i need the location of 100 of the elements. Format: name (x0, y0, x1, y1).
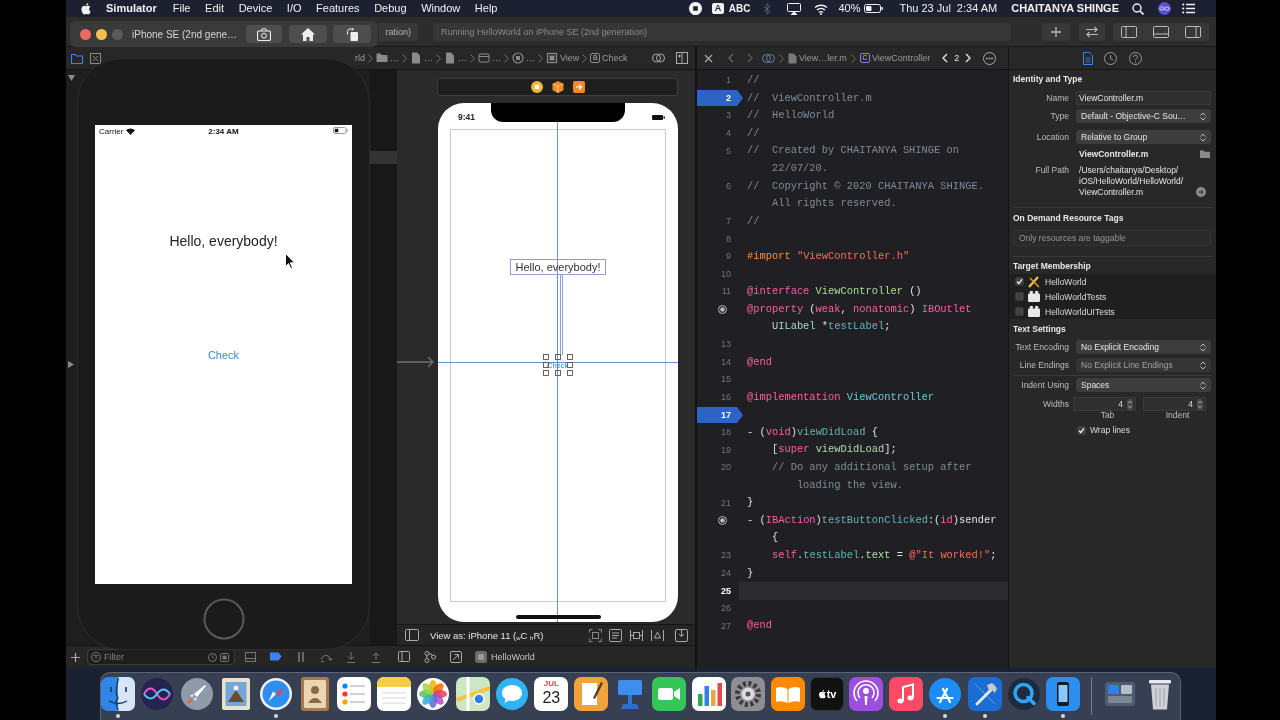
checkbox[interactable] (1015, 292, 1024, 301)
frame-corners-icon[interactable] (589, 628, 602, 642)
menu-item[interactable]: Features (316, 0, 360, 17)
a-glyph-icon[interactable] (928, 677, 963, 711)
review-button[interactable] (1079, 22, 1105, 41)
device-home-button[interactable] (202, 598, 245, 640)
back-icon[interactable] (728, 53, 734, 63)
exit-icon[interactable] (572, 81, 585, 93)
square-icon[interactable] (220, 652, 229, 662)
split-editor-icon[interactable] (676, 52, 688, 64)
cube-icon[interactable] (551, 81, 564, 93)
wrap-lines-label[interactable]: Wrap lines (1090, 425, 1130, 435)
popup-button[interactable]: Default - Objective-C Sou… (1076, 109, 1211, 123)
stepper-icon[interactable] (1127, 398, 1133, 410)
gear-icon[interactable] (731, 677, 766, 711)
podcast-icon[interactable] (849, 677, 884, 711)
breadcrumb[interactable]: … (444, 52, 467, 64)
overlapping-circles-icon[interactable] (652, 52, 665, 64)
rocket-icon[interactable] (179, 677, 214, 711)
apple-icon[interactable] (80, 2, 91, 15)
right-panel-icon[interactable] (1185, 25, 1201, 38)
popup-button[interactable]: No Explicit Encoding (1076, 340, 1211, 354)
plus-icon[interactable] (71, 652, 80, 662)
q-ring-icon[interactable] (1007, 677, 1041, 711)
input-source-name[interactable]: ABC (728, 0, 751, 17)
overlapping-circles-icon[interactable] (762, 52, 775, 64)
input-source-badge[interactable]: A (712, 3, 724, 14)
step-into-icon[interactable] (345, 651, 356, 663)
phone-icon[interactable] (1046, 677, 1081, 711)
disclosure-triangle-icon[interactable] (68, 361, 74, 368)
step-out-icon[interactable] (370, 651, 381, 663)
hammer-icon[interactable] (967, 677, 1002, 711)
help-icon[interactable] (1129, 51, 1142, 65)
folder-icon[interactable] (71, 52, 83, 64)
menu-item[interactable]: I/O (286, 0, 302, 17)
folder-icon[interactable] (1200, 150, 1210, 158)
pause-icon[interactable] (296, 651, 305, 662)
sidebar-toggle-icon[interactable] (405, 629, 419, 641)
orb-icon[interactable] (1158, 2, 1171, 15)
compass-icon[interactable] (258, 677, 293, 711)
screenshot-button[interactable] (246, 25, 282, 43)
bluetooth-icon[interactable] (763, 2, 772, 15)
wifi-icon[interactable] (814, 2, 829, 15)
breakpoint-marker[interactable] (697, 407, 743, 424)
sidebar-toggle-icon[interactable] (398, 651, 410, 662)
connection-circle-icon[interactable] (718, 516, 727, 526)
next-icon[interactable] (965, 53, 972, 63)
menu-item[interactable]: Edit (205, 0, 225, 17)
home-screen-button[interactable] (289, 25, 327, 43)
close-icon[interactable] (704, 53, 713, 63)
more-options-icon[interactable] (983, 51, 997, 65)
scheme-popup[interactable]: ration) (379, 22, 418, 41)
menu-item[interactable]: Window (421, 0, 461, 17)
rotate-button[interactable] (333, 25, 371, 43)
library-button[interactable] (1042, 22, 1070, 41)
video-camera-icon[interactable] (652, 677, 687, 711)
battery-icon[interactable] (864, 4, 884, 13)
breakpoint-marker[interactable] (697, 90, 743, 107)
arrow-circle-icon[interactable] (1196, 187, 1206, 197)
pen-and-page-icon[interactable] (573, 677, 608, 711)
music-note-icon[interactable] (888, 677, 923, 711)
bar-chart-icon[interactable] (691, 677, 726, 711)
disclosure-triangle-icon[interactable] (68, 75, 75, 81)
flower-icon[interactable] (416, 677, 451, 711)
map-icon[interactable] (455, 677, 490, 711)
speech-bubble-icon[interactable] (494, 677, 529, 711)
user-name[interactable]: CHAITANYA SHINGE (1011, 0, 1119, 17)
process-name[interactable]: HelloWorld (491, 652, 535, 662)
breadcrumb[interactable]: … (478, 52, 501, 64)
crossed-square-icon[interactable] (90, 52, 101, 64)
breadcrumb[interactable]: … (376, 52, 399, 64)
view-as-button[interactable]: View as: iPhone 11 ($_{w}$C $_{h}$R) (430, 629, 544, 641)
tab-width-field[interactable]: 4 (1073, 397, 1136, 411)
square-arrow-icon[interactable] (450, 651, 462, 663)
clock-icon[interactable] (208, 652, 217, 662)
minimize-button[interactable] (96, 28, 107, 40)
open-book-icon[interactable] (770, 677, 805, 711)
stepper-icon[interactable] (1197, 398, 1203, 410)
calendar-icon[interactable]: JUL 23 (534, 677, 569, 711)
entry-point-arrow[interactable] (397, 356, 435, 368)
menu-item[interactable]: Help (474, 0, 498, 17)
bottom-panel-icon[interactable] (1153, 25, 1169, 38)
triangle-between-bars-icon[interactable] (651, 628, 664, 642)
airplay-icon[interactable] (787, 2, 802, 15)
align-icon[interactable] (630, 628, 643, 642)
check-link[interactable]: Check (207, 348, 240, 362)
tv-tile[interactable]: tv (810, 677, 845, 711)
list-icon[interactable] (1182, 3, 1195, 14)
checkbox[interactable] (1077, 425, 1086, 435)
connection-circle-icon[interactable] (718, 305, 727, 314)
app-menu[interactable]: Simulator (106, 0, 157, 17)
menu-date[interactable]: Thu 23 Jul (899, 0, 951, 17)
menu-item[interactable]: Debug (374, 0, 407, 17)
menu-clock[interactable]: 2:34 AM (956, 0, 998, 17)
branch-icon[interactable] (424, 651, 436, 663)
menu-item[interactable]: File (172, 0, 191, 17)
checkbox[interactable] (1015, 277, 1024, 286)
search-icon[interactable] (1132, 2, 1144, 15)
document-icon[interactable] (1083, 51, 1093, 65)
breadcrumb[interactable]: View (546, 52, 580, 64)
